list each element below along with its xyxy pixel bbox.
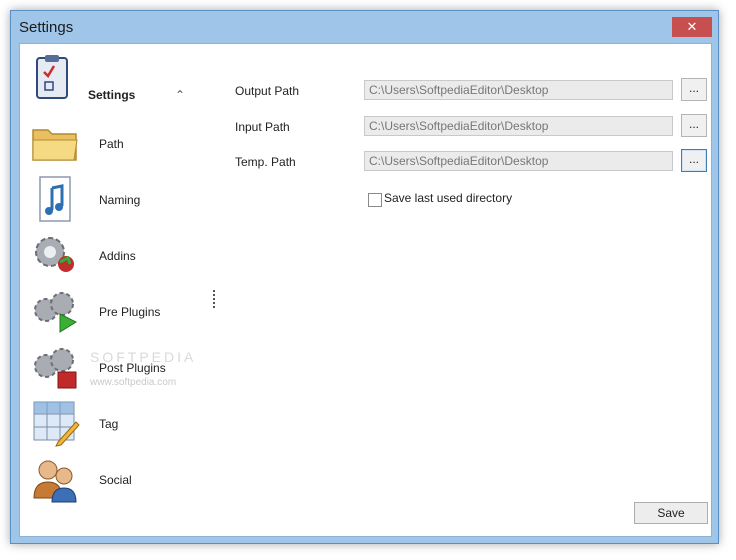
sidebar: Settings ⌃ Path Naming Addins Pre Plugin… (20, 44, 202, 536)
clipboard-icon (36, 55, 68, 99)
music-note-icon (39, 176, 71, 222)
input-path-browse-button[interactable]: ... (681, 114, 707, 137)
temp-path-browse-button[interactable]: ... (681, 149, 707, 172)
output-path-label: Output Path (235, 84, 300, 98)
save-last-directory-label[interactable]: Save last used directory (384, 191, 512, 205)
sidebar-header-label: Settings (88, 88, 136, 102)
users-icon (33, 460, 77, 503)
sidebar-item-label: Addins (99, 249, 136, 263)
sidebar-header-settings[interactable]: Settings ⌃ (30, 54, 190, 102)
sidebar-item-label: Social (99, 473, 132, 487)
sidebar-item-path[interactable]: Path (30, 118, 190, 168)
watermark-url: www.softpedia.com (90, 377, 177, 388)
gear-addin-icon (35, 237, 74, 272)
folder-icon (32, 129, 78, 161)
chevron-up-icon[interactable]: ⌃ (175, 88, 185, 102)
watermark: SOFTPEDIA (90, 349, 197, 365)
sidebar-item-tag[interactable]: Tag (30, 398, 190, 448)
window-title: Settings (19, 19, 74, 36)
close-button[interactable]: ✕ (672, 17, 712, 37)
sidebar-item-label: Pre Plugins (99, 305, 161, 319)
input-path-field[interactable] (364, 116, 673, 136)
tag-grid-pencil-icon (33, 401, 80, 447)
settings-window: Settings ✕ Settings ⌃ Path Naming Addins… (10, 10, 719, 544)
output-path-browse-button[interactable]: ... (681, 78, 707, 101)
save-button[interactable]: Save (634, 502, 708, 524)
sidebar-item-addins[interactable]: Addins (30, 230, 190, 280)
sidebar-item-label: Path (99, 137, 124, 151)
sidebar-item-pre-plugins[interactable]: Pre Plugins (30, 286, 190, 336)
sidebar-splitter-handle[interactable] (213, 290, 215, 310)
input-path-label: Input Path (235, 120, 290, 134)
temp-path-field[interactable] (364, 151, 673, 171)
client-area: Settings ⌃ Path Naming Addins Pre Plugin… (19, 43, 712, 537)
save-last-directory-checkbox[interactable] (368, 193, 382, 207)
sidebar-item-social[interactable]: Social (30, 454, 190, 504)
sidebar-item-naming[interactable]: Naming (30, 174, 190, 224)
sidebar-item-label: Naming (99, 193, 141, 207)
gear-stop-icon (34, 348, 77, 389)
gear-play-icon (34, 292, 78, 333)
sidebar-item-label: Tag (99, 417, 119, 431)
output-path-field[interactable] (364, 80, 673, 100)
title-bar: Settings ✕ (11, 11, 718, 43)
temp-path-label: Temp. Path (235, 155, 296, 169)
